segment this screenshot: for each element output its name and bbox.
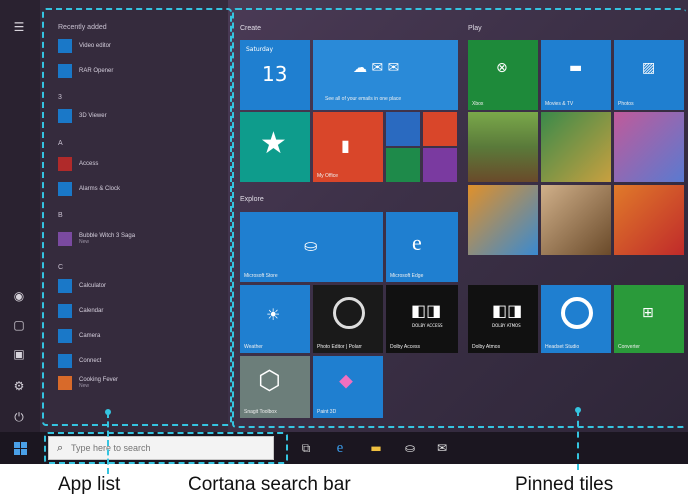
app-list-leader	[107, 412, 109, 474]
pinned-tiles-leader-dot	[575, 407, 581, 413]
pinned-tiles-leader	[577, 410, 579, 470]
settings-icon[interactable]: ⚙	[10, 377, 28, 395]
mail-icon[interactable]: ✉	[434, 440, 450, 456]
windows-start-icon[interactable]	[14, 442, 28, 456]
app-list-leader-dot	[105, 409, 111, 415]
callout-app-list: App list	[58, 474, 121, 495]
file-explorer-icon[interactable]: ▬	[368, 440, 384, 456]
store-icon[interactable]: ⛀	[402, 440, 418, 456]
callout-search-bar: Cortana search bar	[188, 474, 351, 495]
power-icon[interactable]: ⏻	[10, 408, 28, 426]
pinned-tiles-highlight	[232, 8, 686, 428]
callout-pinned-tiles: Pinned tiles	[515, 474, 614, 495]
search-bar-highlight	[44, 432, 288, 464]
user-icon[interactable]: ◉	[10, 287, 28, 305]
pictures-icon[interactable]: ▣	[10, 345, 28, 363]
hamburger-menu-icon[interactable]: ☰	[10, 18, 28, 36]
start-rail: ☰ ◉ ▢ ▣ ⚙ ⏻	[0, 0, 40, 432]
document-icon[interactable]: ▢	[10, 316, 28, 334]
task-view-icon[interactable]: ⧉	[298, 440, 314, 456]
app-list-highlight	[42, 8, 232, 426]
edge-icon[interactable]: e	[332, 440, 348, 456]
